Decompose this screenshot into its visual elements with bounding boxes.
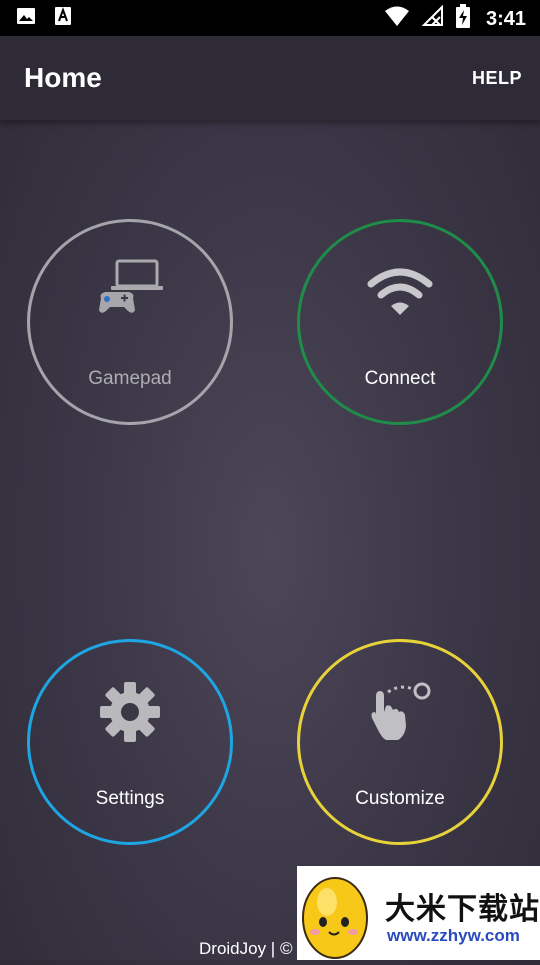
watermark-url: www.zzhyw.com (387, 926, 520, 945)
signal-off-icon (421, 4, 444, 33)
connect-label: Connect (364, 368, 436, 389)
wifi-icon (384, 5, 410, 33)
gear-icon (98, 680, 162, 749)
help-button[interactable]: HELP (472, 68, 522, 89)
egg-mascot-icon (299, 866, 373, 965)
touch-gesture-icon (364, 678, 436, 749)
status-bar: 3:41 (0, 0, 540, 36)
battery-charging-icon (455, 4, 470, 34)
page-title: Home (24, 62, 102, 93)
gamepad-button[interactable]: Gamepad (27, 219, 233, 425)
connect-button[interactable]: Connect (297, 219, 503, 425)
wifi-icon (365, 266, 435, 323)
gamepad-label: Gamepad (88, 368, 172, 389)
customize-button[interactable]: Customize (297, 639, 503, 845)
settings-label: Settings (95, 788, 165, 809)
customize-label: Customize (355, 788, 445, 809)
settings-button[interactable]: Settings (27, 639, 233, 845)
image-icon (16, 6, 36, 31)
app-bar: Home HELP (0, 36, 540, 120)
laptop-gamepad-icon (97, 258, 163, 323)
status-time: 3:41 (485, 7, 526, 30)
watermark-name: 大米下载站 (385, 893, 540, 926)
footer-copyright: DroidJoy | © (199, 939, 293, 958)
font-icon (54, 6, 72, 31)
watermark-banner: 大米下载站 www.zzhyw.com (297, 866, 540, 960)
